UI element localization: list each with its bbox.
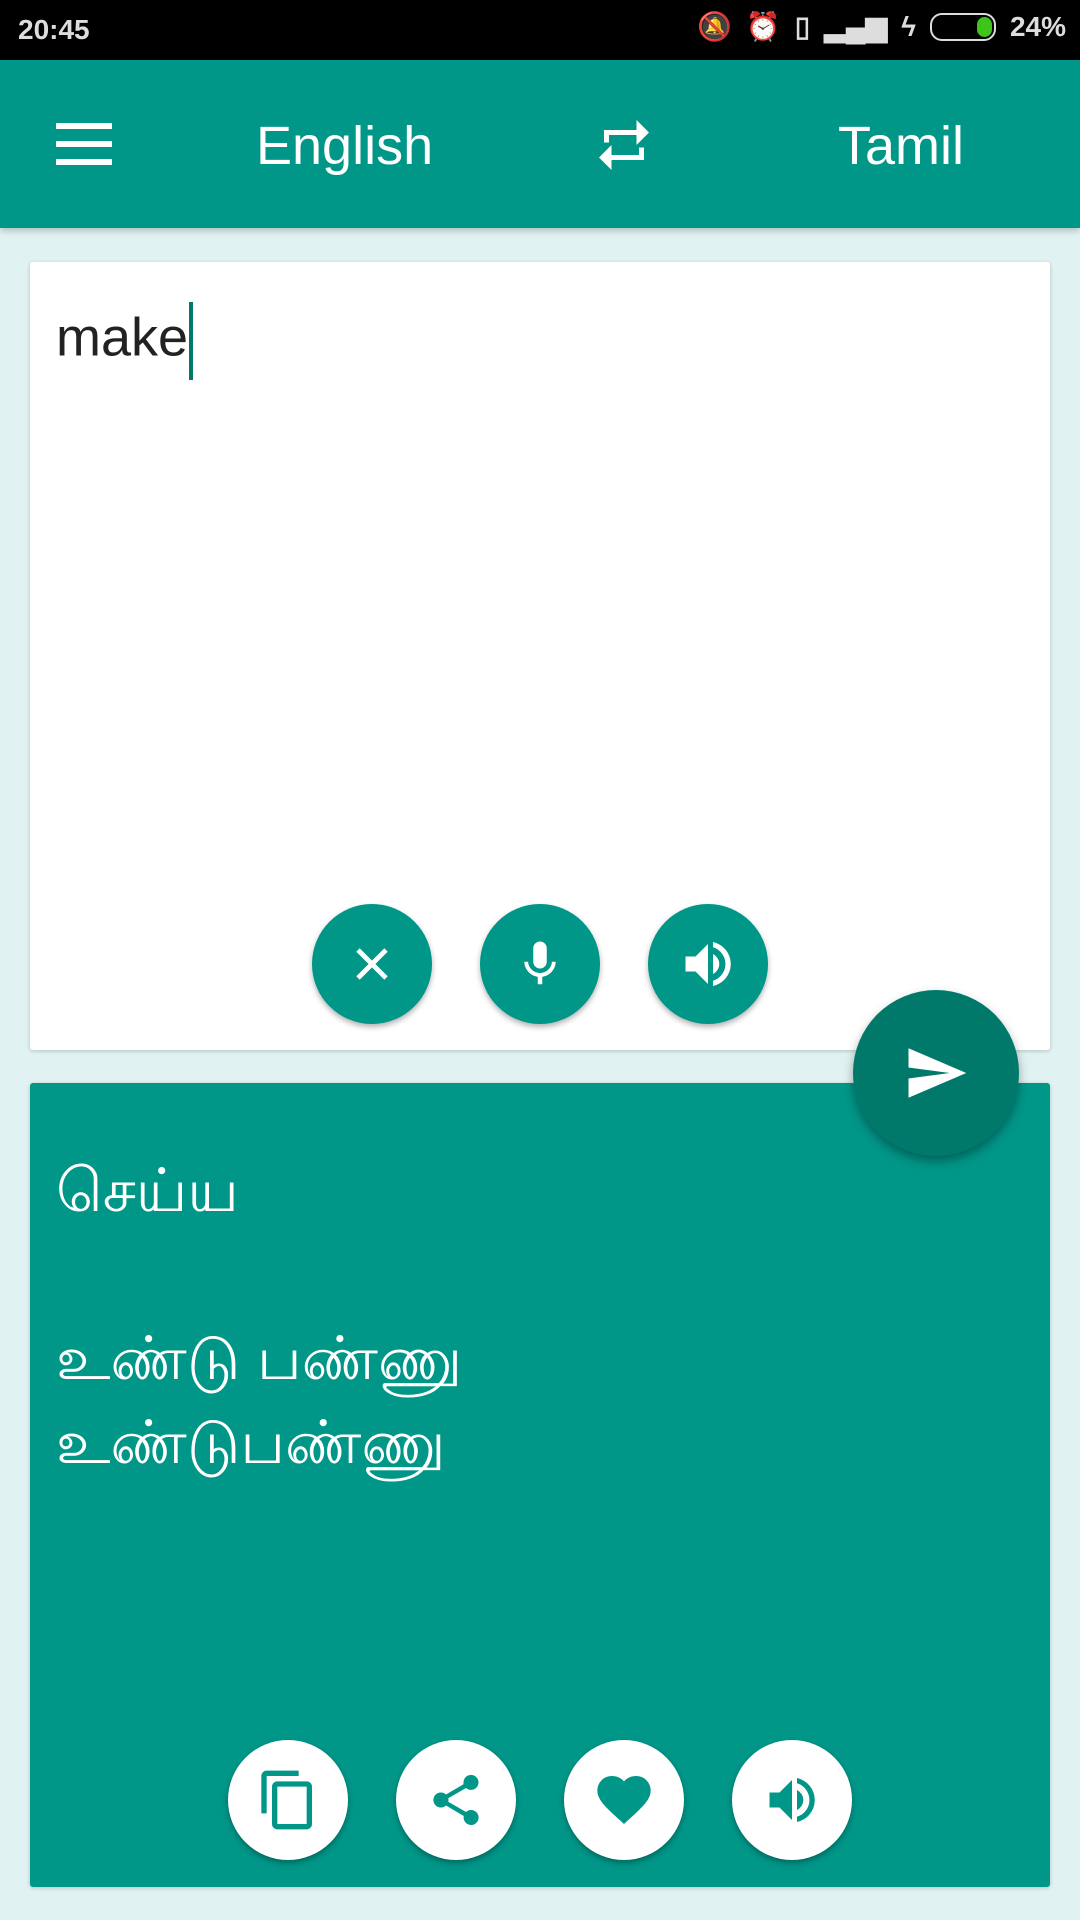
share-button[interactable] <box>396 1740 516 1860</box>
target-language-button[interactable]: Tamil <box>838 115 964 177</box>
speaker-icon <box>769 1778 815 1822</box>
clear-icon <box>356 948 388 980</box>
app-bar: English Tamil <box>0 60 1080 228</box>
status-bar: 20:45 🔕 ⏰ ▯ ▂▄▆ ϟ 24% <box>0 0 1080 60</box>
battery-icon <box>929 12 996 41</box>
swap-icon[interactable] <box>594 112 654 178</box>
battery-percent: 24% <box>1009 10 1066 42</box>
translate-button[interactable] <box>853 990 1019 1156</box>
share-icon <box>433 1774 479 1825</box>
status-time: 20:45 <box>18 14 90 45</box>
speak-source-button[interactable] <box>648 904 768 1024</box>
mic-button[interactable] <box>480 904 600 1024</box>
charging-icon: ϟ <box>901 10 916 42</box>
copy-icon <box>261 1770 312 1830</box>
speaker-icon <box>685 942 731 986</box>
text-cursor <box>189 302 194 380</box>
source-text-input[interactable]: make <box>56 302 194 380</box>
source-text-value[interactable]: make <box>56 307 188 367</box>
signal-icon: ▂▄▆ <box>824 11 888 42</box>
bell-off-icon: 🔕 <box>697 11 732 42</box>
favorite-button[interactable] <box>564 1740 684 1860</box>
copy-button[interactable] <box>228 1740 348 1860</box>
menu-icon[interactable] <box>56 123 112 165</box>
input-card: make <box>30 262 1050 1050</box>
translation-text: செய்ய உண்டு பண்ணு உண்டுபண்ணு <box>56 1157 463 1476</box>
clear-button[interactable] <box>312 904 432 1024</box>
source-language-button[interactable]: English <box>256 115 433 177</box>
output-card: செய்ய உண்டு பண்ணு உண்டுபண்ணு <box>30 1083 1050 1887</box>
speak-translation-button[interactable] <box>732 1740 852 1860</box>
mic-icon <box>524 941 556 985</box>
heart-icon <box>597 1775 651 1824</box>
send-icon <box>908 1048 967 1098</box>
alarm-icon: ⏰ <box>745 11 781 42</box>
usb-icon: ▯ <box>794 11 811 42</box>
